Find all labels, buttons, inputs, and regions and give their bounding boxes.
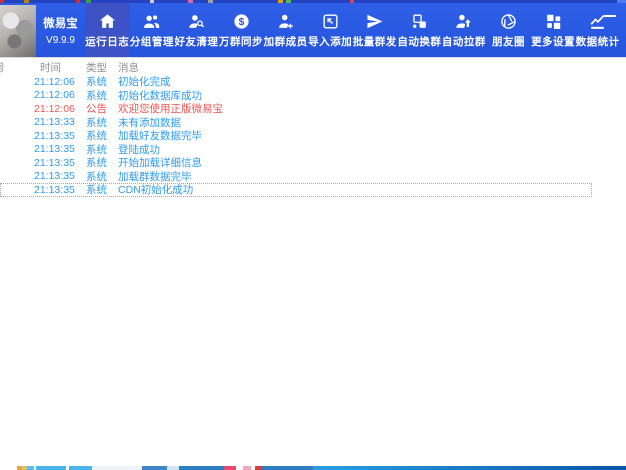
toolbar-item-group-members[interactable]: 加群成员 bbox=[263, 3, 308, 57]
toolbar-item-more-settings[interactable]: 更多设置 bbox=[531, 3, 576, 57]
app-title-block: 微易宝 V9.9.9 bbox=[36, 3, 85, 57]
app-window: 微易宝 V9.9.9 运行日志 分组管理 好友清理 $ 万群同步 加群成员 导入… bbox=[0, 0, 626, 470]
log-cell-time: 21:13:35 bbox=[34, 183, 75, 196]
aperture-icon bbox=[499, 12, 518, 31]
toolbar: 微易宝 V9.9.9 运行日志 分组管理 好友清理 $ 万群同步 加群成员 导入… bbox=[0, 3, 626, 57]
log-cell-type: 系统 bbox=[86, 184, 107, 197]
log-table-body: 21:12:06 系统 初始化完成 21:12:06 系统 初始化数据库成功 2… bbox=[0, 75, 592, 197]
toolbar-item-friend-clean[interactable]: 好友清理 bbox=[174, 3, 219, 57]
log-cell-time: 21:13:35 bbox=[34, 170, 75, 183]
app-version: V9.9.9 bbox=[46, 34, 75, 46]
log-row[interactable]: 21:13:35 系统 开始加载详细信息 bbox=[0, 156, 592, 170]
toolbar-item-moments[interactable]: 朋友圈 bbox=[486, 3, 531, 57]
log-cell-time: 21:13:35 bbox=[34, 156, 75, 169]
user-up-icon bbox=[454, 12, 473, 31]
home-icon bbox=[98, 12, 117, 31]
log-row[interactable]: 21:12:06 系统 初始化数据库成功 bbox=[0, 89, 592, 103]
column-header-message: 消息 bbox=[118, 62, 139, 74]
log-table-header: 序号 时间 类型消息 bbox=[0, 60, 592, 75]
users-icon bbox=[142, 12, 161, 31]
log-cell-time: 21:12:06 bbox=[34, 75, 75, 88]
column-header-type: 类型 bbox=[86, 62, 107, 74]
send-icon bbox=[365, 12, 384, 31]
log-cell-time: 21:13:35 bbox=[34, 129, 75, 142]
toolbar-item-group-manage[interactable]: 分组管理 bbox=[130, 3, 175, 57]
log-row[interactable]: 21:13:35 系统 加载群数据完毕 bbox=[0, 170, 592, 184]
log-panel: 序号 时间 类型消息 21:12:06 系统 初始化完成 21:12:06 系统 初… bbox=[0, 57, 626, 466]
toolbar-item-run-log[interactable]: 运行日志 bbox=[85, 3, 130, 57]
minimize-button[interactable] bbox=[604, 11, 618, 21]
sync-circle-icon: $ bbox=[232, 12, 251, 31]
log-row[interactable]: 21:12:06 系统 初始化完成 bbox=[0, 75, 592, 89]
minimize-icon bbox=[604, 15, 616, 17]
log-table: 序号 时间 类型消息 21:12:06 系统 初始化完成 21:12:06 系统 初… bbox=[0, 60, 592, 197]
toolbar-item-import-add[interactable]: 导入添加 bbox=[308, 3, 353, 57]
log-cell-time: 21:13:33 bbox=[34, 116, 75, 129]
log-row[interactable]: 21:13:35 系统 登陆成功 bbox=[0, 143, 592, 157]
import-icon bbox=[321, 12, 340, 31]
column-header-time: 时间 bbox=[40, 62, 61, 74]
swap-squares-icon bbox=[410, 12, 429, 31]
log-row[interactable]: 21:12:06 公告 欢迎您使用正版微易宝 bbox=[0, 102, 592, 116]
log-cell-time: 21:12:06 bbox=[34, 89, 75, 102]
toolbar-nav: 运行日志 分组管理 好友清理 $ 万群同步 加群成员 导入添加 批量群发 自动换… bbox=[85, 3, 620, 57]
column-header-index: 序号 bbox=[0, 60, 12, 75]
toolbar-item-auto-switch-group[interactable]: 自动换群 bbox=[397, 3, 442, 57]
svg-text:$: $ bbox=[238, 17, 244, 28]
log-row[interactable]: 21:13:33 系统 未有添加数据 bbox=[0, 116, 592, 130]
toolbar-item-group-sync[interactable]: $ 万群同步 bbox=[219, 3, 264, 57]
log-cell-time: 21:12:06 bbox=[34, 102, 75, 115]
toolbar-item-auto-pull-group[interactable]: 自动拉群 bbox=[442, 3, 487, 57]
app-name: 微易宝 bbox=[43, 17, 78, 30]
log-cell-time: 21:13:35 bbox=[34, 143, 75, 156]
grid-icon bbox=[544, 12, 563, 31]
user-add-icon bbox=[276, 12, 295, 31]
toolbar-item-batch-send[interactable]: 批量群发 bbox=[352, 3, 397, 57]
background-window-edge-bottom bbox=[0, 466, 626, 470]
log-row[interactable]: 21:13:35 系统 加载好友数据完毕 bbox=[0, 129, 592, 143]
log-row[interactable]: 21:13:35 系统 CDN初始化成功 bbox=[0, 183, 592, 197]
user-search-icon bbox=[187, 12, 206, 31]
avatar bbox=[0, 5, 36, 57]
log-cell-message: CDN初始化成功 bbox=[118, 184, 194, 197]
